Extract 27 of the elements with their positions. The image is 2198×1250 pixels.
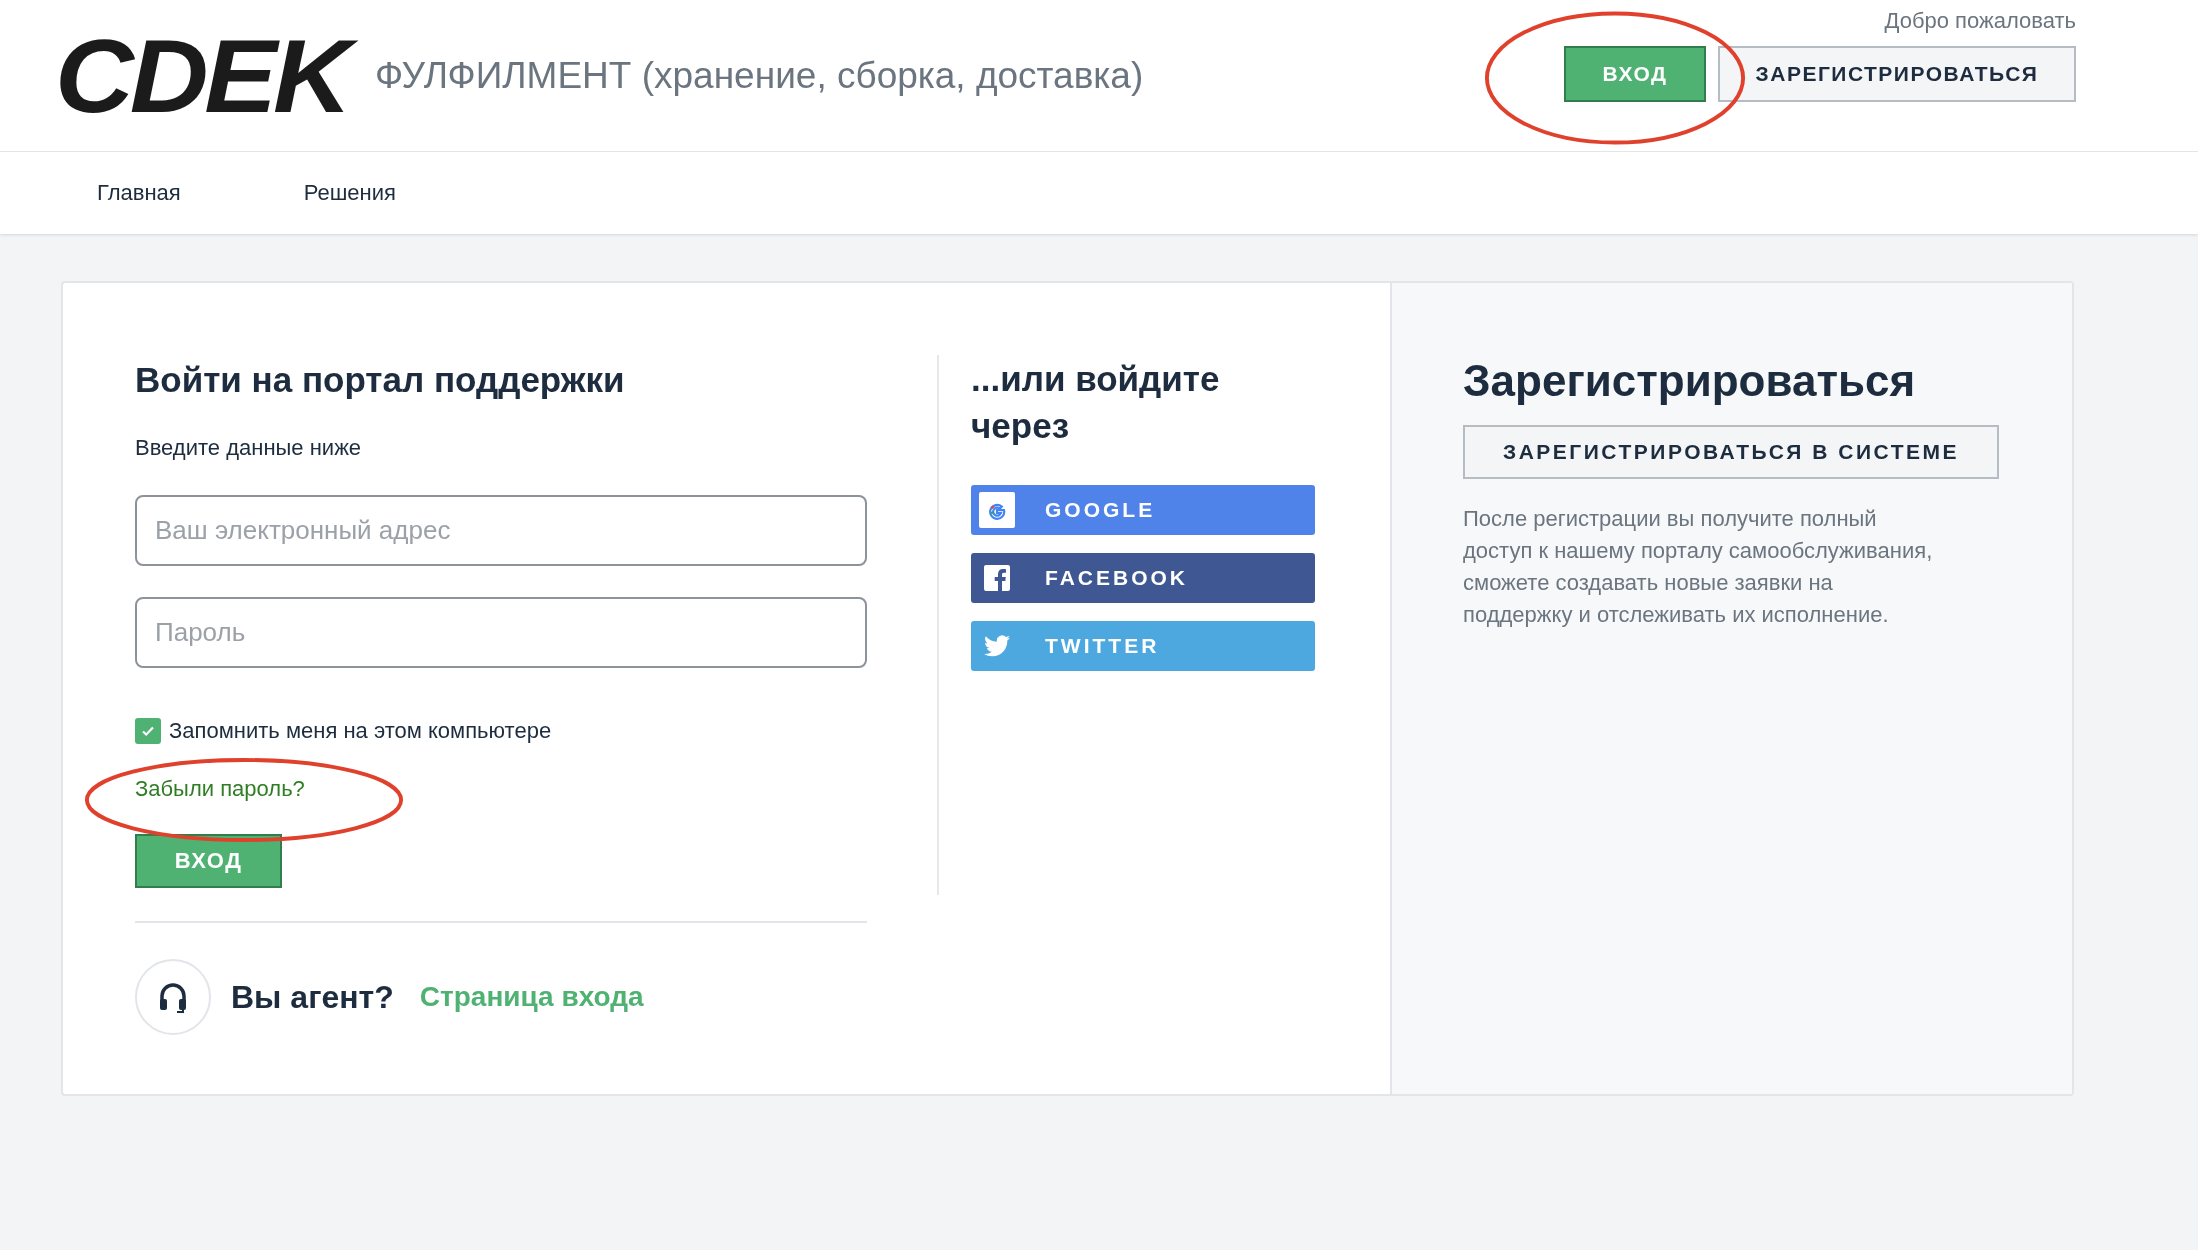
forgot-password-link[interactable]: Забыли пароль?	[135, 776, 305, 801]
register-system-button[interactable]: ЗАРЕГИСТРИРОВАТЬСЯ В СИСТЕМЕ	[1463, 425, 1999, 479]
social-login-button[interactable]: TWITTER	[971, 621, 1315, 671]
nav-link[interactable]: Главная	[97, 180, 181, 206]
facebook-icon	[984, 565, 1010, 591]
headset-icon	[135, 959, 211, 1035]
site-subtitle: ФУЛФИЛМЕНТ (хранение, сборка, доставка)	[375, 54, 1144, 97]
login-button[interactable]: ВХОД	[1564, 46, 1706, 102]
login-title: Войти на портал поддержки	[135, 359, 626, 401]
social-login-button[interactable]: FACEBOOK	[971, 553, 1315, 603]
google-icon	[979, 492, 1015, 528]
register-title: Зарегистрироваться	[1463, 355, 1917, 407]
social-login-button[interactable]: GOOGLE	[971, 485, 1315, 535]
register-button[interactable]: ЗАРЕГИСТРИРОВАТЬСЯ	[1718, 46, 2076, 102]
remember-label: Запомнить меня на этом компьютере	[169, 718, 552, 744]
social-title: ...или войдите через	[971, 358, 1221, 447]
agent-login-link[interactable]: Страница входа	[419, 981, 644, 1013]
bird-icon	[984, 635, 1010, 657]
nav-link[interactable]: Решения	[303, 180, 396, 206]
email-field[interactable]: Ваш электронный адрес	[135, 495, 867, 566]
welcome-text: Добро пожаловать	[1884, 8, 2076, 34]
password-field[interactable]: Пароль	[135, 597, 867, 668]
register-description: После регистрации вы получите полный доступ к нашему порталу самообслуживания, сможете создавать новые заявки на поддержку и отслеживать их исполнение.	[1463, 505, 1933, 629]
agent-question: Вы агент?	[231, 978, 394, 1016]
remember-checkbox[interactable]	[135, 718, 161, 744]
submit-button[interactable]: ВХОД	[135, 834, 282, 888]
login-subtitle: Введите данные ниже	[135, 435, 363, 461]
